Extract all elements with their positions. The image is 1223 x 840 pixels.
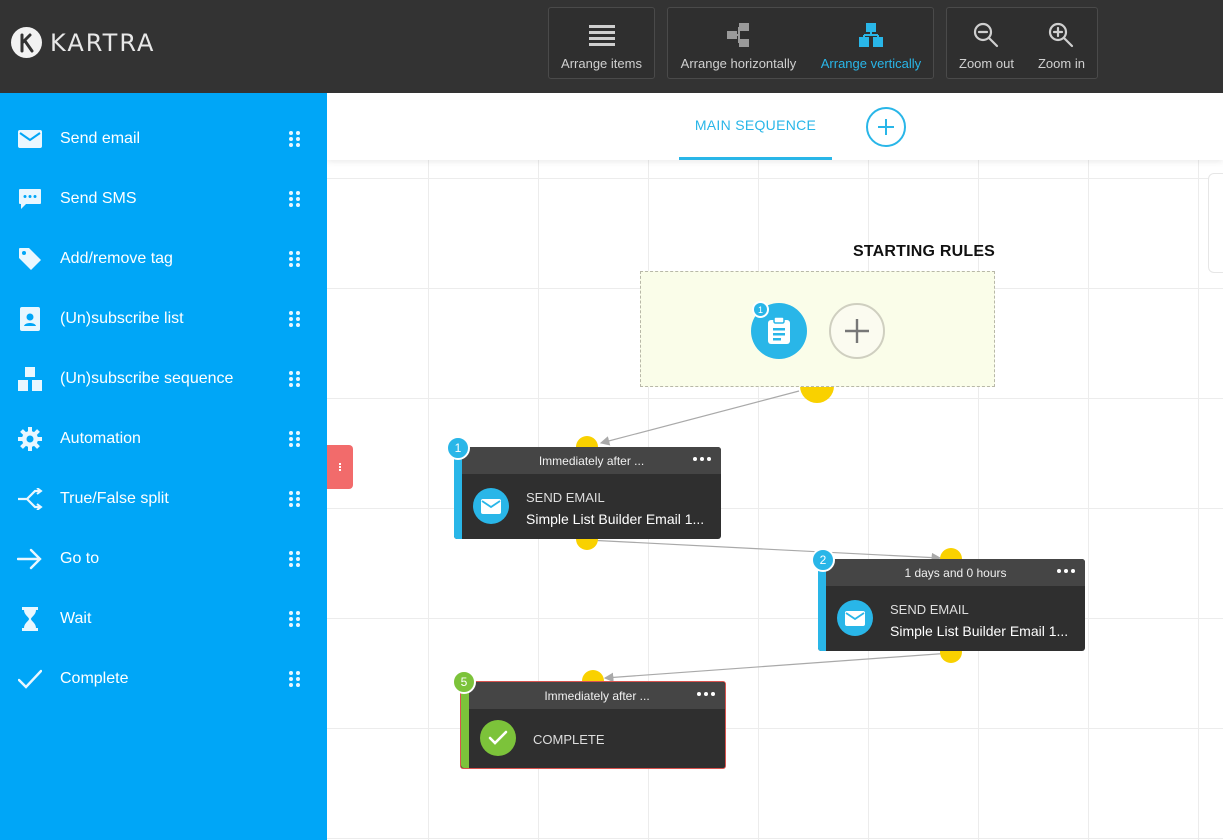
envelope-icon [837,600,873,636]
arrange-items-label: Arrange items [561,56,642,71]
contact-card-icon [0,307,60,331]
sidebar-item-label: (Un)subscribe sequence [60,370,234,387]
node-type: SEND EMAIL [890,602,969,617]
drag-handle-icon[interactable] [289,671,301,688]
sidebar-item-automation[interactable]: Automation [0,409,327,469]
action-sidebar: Send email Send SMS Add/remove tag (Un)s… [0,93,327,840]
logo-text: KARTRA [50,28,156,57]
orientation-group: Arrange horizontally Arrange vertically [667,7,934,79]
arrange-horizontally-label: Arrange horizontally [680,56,797,71]
node-timing: Immediately after ... [462,447,721,474]
sidebar-item-label: (Un)subscribe list [60,310,184,327]
checkmark-icon [480,720,516,756]
kartra-logo[interactable]: KARTRA [11,27,155,58]
drag-handle-icon[interactable] [289,431,301,448]
checkmark-icon [0,669,60,689]
zoom-group: Zoom out Zoom in [946,7,1098,79]
gear-icon [0,427,60,451]
node-timing: 1 days and 0 hours [826,559,1085,586]
node-accent-bar [818,559,826,651]
drag-handle-icon[interactable] [289,191,301,208]
vertical-tree-icon [858,20,884,50]
add-starting-rule-button[interactable] [829,303,885,359]
drag-handle-icon[interactable] [289,551,301,568]
sidebar-item-subscribe-list[interactable]: (Un)subscribe list [0,289,327,349]
blocks-icon [0,367,60,391]
node-email-name: Simple List Builder Email 1... [890,623,1069,639]
envelope-icon [473,488,509,524]
sidebar-item-wait[interactable]: Wait [0,589,327,649]
drag-handle-icon[interactable] [289,491,301,508]
arrange-horizontally-button[interactable]: Arrange horizontally [668,8,809,78]
node-step-badge: 5 [452,670,476,694]
sidebar-item-label: Wait [60,610,92,627]
zoom-in-label: Zoom in [1037,56,1085,71]
sidebar-item-go-to[interactable]: Go to [0,529,327,589]
node-step-badge: 1 [446,436,470,460]
sidebar-item-label: Go to [60,550,100,567]
sidebar-item-label: Complete [60,670,129,687]
horizontal-tree-icon [725,20,751,50]
node-accent-bar [454,447,462,539]
node-menu-icon[interactable] [1057,567,1077,575]
sidebar-item-send-email[interactable]: Send email [0,109,327,169]
chat-bubble-icon [0,188,60,210]
split-arrows-icon [0,488,60,510]
sidebar-item-add-remove-tag[interactable]: Add/remove tag [0,229,327,289]
drag-handle-icon[interactable] [289,131,301,148]
sidebar-item-send-sms[interactable]: Send SMS [0,169,327,229]
sidebar-item-label: Send email [60,130,141,147]
drag-handle-icon[interactable] [289,611,301,628]
node-menu-icon[interactable] [693,455,713,463]
list-lines-icon [588,20,615,50]
sidebar-item-complete[interactable]: Complete [0,649,327,709]
drag-handle-icon[interactable] [289,371,301,388]
sidebar-item-true-false-split[interactable]: True/False split [0,469,327,529]
arrange-vertically-label: Arrange vertically [820,56,922,71]
arrange-items-button[interactable]: Arrange items [549,8,654,78]
node-step-badge: 2 [811,548,835,572]
plus-icon [845,319,869,343]
node-email-name: Simple List Builder Email 1... [526,511,705,527]
sidebar-collapse-handle[interactable] [327,445,353,489]
starting-rules-title: STARTING RULES [853,243,996,260]
starting-rules-box: 1 [640,271,995,387]
sidebar-item-label: Add/remove tag [60,250,173,267]
zoom-in-button[interactable]: Zoom in [1026,8,1097,78]
logo-k-icon [11,27,42,58]
node-accent-bar [461,682,469,768]
arrange-vertically-button[interactable]: Arrange vertically [809,8,933,78]
sequence-node-complete[interactable]: Immediately after ... COMPLETE [460,681,726,769]
sidebar-item-label: True/False split [60,490,169,507]
zoom-in-icon [1048,20,1074,50]
tag-icon [0,247,60,271]
sidebar-item-label: Automation [60,430,141,447]
arrow-right-icon [0,548,60,570]
node-timing: Immediately after ... [469,682,725,709]
vertical-dots-icon [339,462,341,472]
trigger-count-badge: 1 [752,301,769,318]
zoom-out-button[interactable]: Zoom out [947,8,1026,78]
arrange-group: Arrange items [548,7,655,79]
sequence-node-send-email-1[interactable]: Immediately after ... SEND EMAIL Simple … [454,447,721,539]
drag-handle-icon[interactable] [289,251,301,268]
sidebar-item-label: Send SMS [60,190,137,207]
node-menu-icon[interactable] [697,690,717,698]
zoom-out-icon [973,20,999,50]
node-type: COMPLETE [533,732,605,747]
zoom-out-label: Zoom out [959,56,1014,71]
node-type: SEND EMAIL [526,490,605,505]
clipboard-icon [768,317,790,344]
drag-handle-icon[interactable] [289,311,301,328]
envelope-icon [0,130,60,148]
top-toolbar: KARTRA Arrange items Arrange horizontall… [0,0,1223,93]
sequence-node-send-email-2[interactable]: 1 days and 0 hours SEND EMAIL Simple Lis… [818,559,1085,651]
sequence-canvas[interactable]: MAIN SEQUENCE STARTING RULES 1 Immediate… [327,93,1223,840]
sidebar-item-subscribe-sequence[interactable]: (Un)subscribe sequence [0,349,327,409]
hourglass-icon [0,607,60,631]
